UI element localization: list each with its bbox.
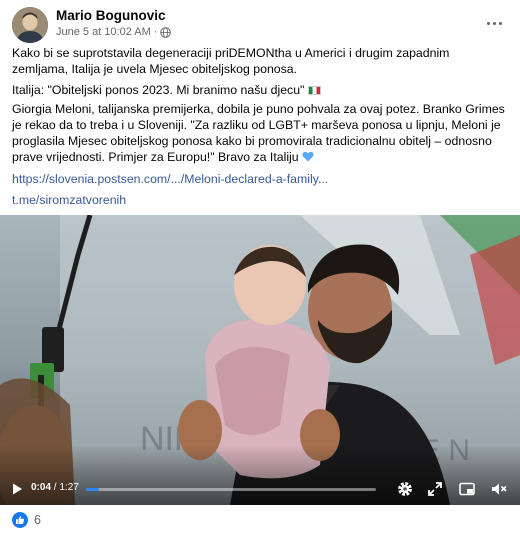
video-frame: NIF E N — [0, 215, 520, 505]
telegram-link[interactable]: t.me/siromzatvorenih — [12, 192, 126, 208]
post-paragraph-3: Giorgia Meloni, talijanska premijerka, d… — [12, 101, 508, 165]
post-meta: June 5 at 10:02 AM · — [56, 26, 172, 38]
video-time: 0:04 / 1:27 — [31, 482, 79, 493]
post-header: Mario Bogunovic June 5 at 10:02 AM · — [12, 7, 508, 43]
progress-fill — [86, 488, 100, 491]
picture-in-picture-icon[interactable] — [458, 480, 476, 498]
like-icon[interactable] — [12, 512, 28, 528]
settings-icon[interactable] — [396, 480, 414, 498]
meta-separator: · — [153, 26, 158, 38]
more-options-icon[interactable] — [482, 13, 506, 33]
author-avatar[interactable] — [12, 7, 48, 43]
paragraph-3-text: Giorgia Meloni, talijanska premijerka, d… — [12, 102, 505, 164]
blue-heart-icon — [302, 151, 314, 162]
expand-icon[interactable] — [426, 480, 444, 498]
current-time: 0:04 — [31, 482, 52, 493]
italy-flag-icon — [308, 86, 322, 95]
post-timestamp[interactable]: June 5 at 10:02 AM — [56, 26, 151, 38]
author-name[interactable]: Mario Bogunovic — [56, 8, 166, 23]
video-controls: 0:04 / 1:27 — [0, 477, 520, 505]
play-icon[interactable] — [10, 482, 24, 496]
video-player[interactable]: NIF E N — [0, 215, 520, 505]
volume-muted-icon[interactable] — [490, 480, 508, 498]
facebook-post: Mario Bogunovic June 5 at 10:02 AM · Kak… — [0, 0, 520, 535]
article-link[interactable]: https://slovenia.postsen.com/.../Meloni-… — [12, 171, 328, 187]
progress-bar[interactable] — [86, 488, 376, 491]
duration: 1:27 — [59, 482, 79, 493]
globe-icon[interactable] — [160, 26, 172, 38]
paragraph-2-text: Italija: "Obiteljski ponos 2023. Mi bran… — [12, 83, 305, 97]
post-paragraph-1: Kako bi se suprotstavila degeneraciji pr… — [12, 46, 450, 76]
reaction-count[interactable]: 6 — [34, 513, 41, 527]
reactions-bar[interactable]: 6 — [12, 511, 41, 529]
post-paragraph-2: Italija: "Obiteljski ponos 2023. Mi bran… — [12, 82, 508, 98]
